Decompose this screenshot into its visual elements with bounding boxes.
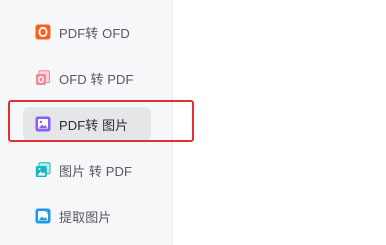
sidebar-item-pdf-to-ofd[interactable]: PDF转 OFD [23, 15, 151, 49]
sidebar-item-ofd-to-pdf[interactable]: OFD 转 PDF [23, 61, 151, 95]
sidebar-item-label: OFD 转 PDF [59, 71, 134, 87]
pdf-to-image-icon [35, 116, 51, 132]
image-to-pdf-icon [35, 162, 51, 178]
sidebar-item-pdf-to-image[interactable]: PDF转 图片 [23, 107, 151, 141]
sidebar-item-label: PDF转 图片 [59, 117, 129, 133]
pdf-to-ofd-icon [35, 24, 51, 40]
ofd-to-pdf-icon [35, 70, 51, 86]
app-window: PDF转 OFD OFD 转 PDF PDF转 图片 图片 转 PDF 提取图片 [0, 0, 386, 245]
sidebar-item-label: 提取图片 [59, 209, 112, 225]
extract-image-icon [35, 208, 51, 224]
sidebar: PDF转 OFD OFD 转 PDF PDF转 图片 图片 转 PDF 提取图片 [0, 0, 173, 245]
main-content [173, 0, 386, 245]
sidebar-item-label: PDF转 OFD [59, 25, 130, 41]
sidebar-item-extract-image[interactable]: 提取图片 [23, 199, 151, 233]
sidebar-item-label: 图片 转 PDF [59, 163, 133, 179]
sidebar-item-image-to-pdf[interactable]: 图片 转 PDF [23, 153, 151, 187]
